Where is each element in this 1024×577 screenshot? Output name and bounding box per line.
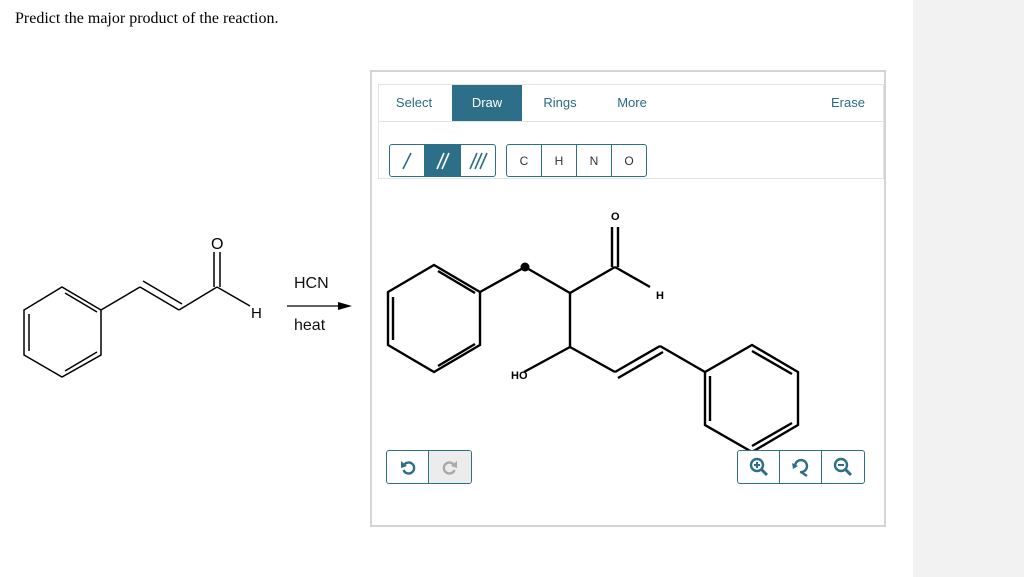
zoom-in-icon[interactable]	[738, 451, 780, 483]
right-benzene-ring	[703, 343, 800, 454]
left-benzene-ring	[386, 263, 482, 374]
structure-editor: Select Draw Rings More Erase C H N O O H…	[370, 70, 886, 527]
undo-icon[interactable]	[387, 451, 429, 483]
selected-atom-dot[interactable]	[520, 262, 530, 272]
question-text: Predict the major product of the reactio…	[15, 10, 279, 27]
reaction-arrowhead	[338, 302, 352, 310]
redo-icon[interactable]	[429, 451, 471, 483]
reactant-hydrogen-label: H	[251, 305, 262, 322]
reset-zoom-icon[interactable]	[780, 451, 822, 483]
history-controls	[386, 450, 472, 484]
product-structure	[386, 227, 800, 454]
right-side-panel	[913, 0, 1024, 577]
product-hydroxyl-label: HO	[511, 370, 528, 382]
zoom-out-icon[interactable]	[822, 451, 864, 483]
zoom-controls	[737, 450, 865, 484]
reagent-heat: heat	[294, 317, 326, 334]
reagent-hcn: HCN	[294, 275, 329, 292]
reactant-structure: O H	[23, 236, 352, 378]
product-oxygen-label: O	[611, 211, 620, 223]
product-hydrogen-label: H	[656, 290, 664, 302]
reactant-oxygen-label: O	[211, 236, 223, 253]
